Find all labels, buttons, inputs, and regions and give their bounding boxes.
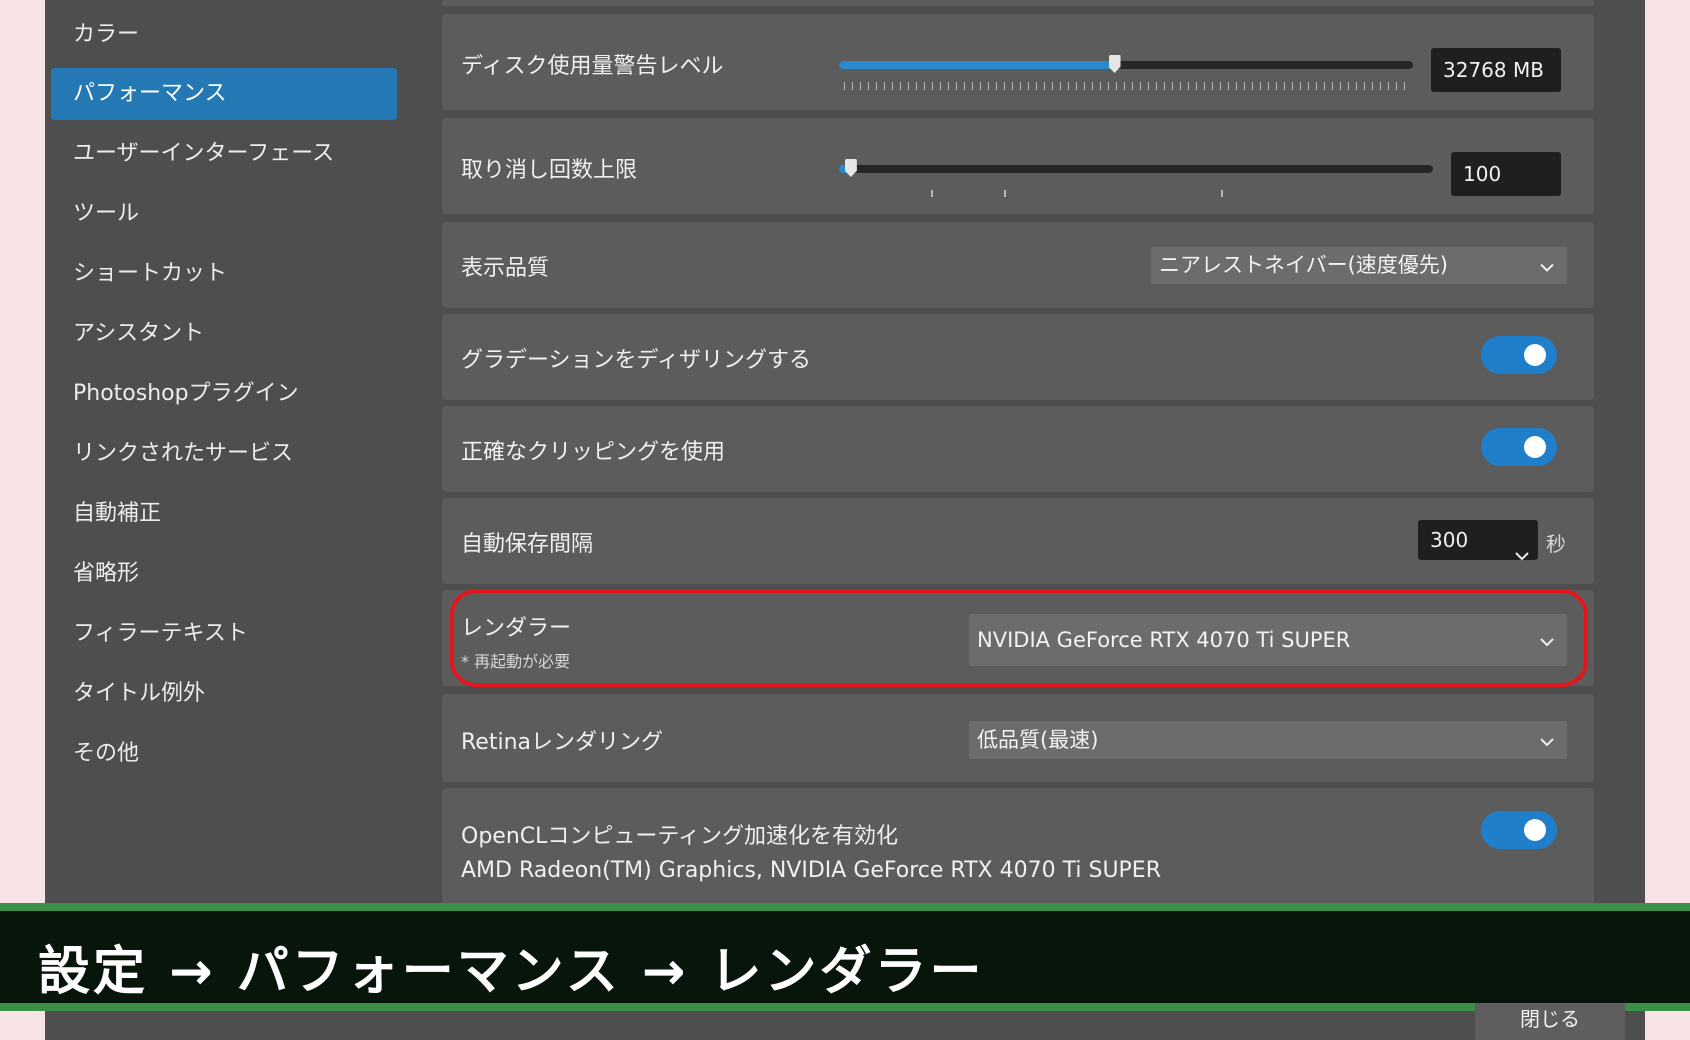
retina-rendering-selected: 低品質(最速) (977, 728, 1099, 752)
autosave-interval-unit: 秒 (1546, 532, 1566, 556)
undo-limit-value[interactable]: 100 (1451, 152, 1561, 196)
display-quality-dropdown[interactable]: ニアレストネイバー(速度優先) (1151, 247, 1567, 284)
opencl-toggle[interactable] (1481, 811, 1557, 849)
settings-row-precise-clipping: 正確なクリッピングを使用 (442, 406, 1594, 492)
settings-row-autosave-interval: 自動保存間隔 300 秒 (442, 498, 1594, 584)
banner-bottom-edge (0, 1003, 1690, 1011)
undo-limit-tick (1221, 190, 1223, 197)
precise-clipping-label: 正確なクリッピングを使用 (461, 440, 726, 465)
toggle-knob (1524, 819, 1546, 841)
disk-warning-label: ディスク使用量警告レベル (461, 54, 724, 79)
undo-limit-tick (931, 190, 933, 197)
retina-rendering-dropdown[interactable]: 低品質(最速) (969, 721, 1567, 759)
autosave-interval-label: 自動保存間隔 (461, 532, 594, 557)
chevron-down-icon (1514, 534, 1530, 574)
sidebar-item-color[interactable]: カラー (51, 9, 397, 61)
display-quality-label: 表示品質 (461, 256, 550, 281)
precise-clipping-toggle[interactable] (1481, 428, 1557, 466)
disk-warning-slider[interactable] (839, 55, 1413, 73)
settings-row-undo-limit: 取り消し回数上限 100 (442, 118, 1594, 214)
toggle-knob (1524, 344, 1546, 366)
disk-warning-slider-thumb[interactable] (1108, 55, 1121, 73)
sidebar-item-linked-services[interactable]: リンクされたサービス (51, 428, 397, 480)
sidebar-item-tools[interactable]: ツール (51, 188, 397, 240)
undo-limit-slider-thumb[interactable] (844, 159, 857, 177)
preferences-window: カラー パフォーマンス ユーザーインターフェース ツール ショートカット アシス… (45, 0, 1645, 1040)
disk-warning-value[interactable]: 32768 MB (1431, 48, 1561, 92)
close-button[interactable]: 閉じる (1475, 1003, 1625, 1040)
disk-warning-slider-fill (839, 61, 1115, 69)
opencl-label: OpenCLコンピューティング加速化を有効化 (461, 824, 899, 849)
sidebar-item-performance[interactable]: パフォーマンス (51, 68, 397, 120)
toggle-knob (1524, 436, 1546, 458)
settings-row-previous (442, 0, 1594, 6)
retina-rendering-label: Retinaレンダリング (461, 730, 663, 755)
autosave-interval-dropdown[interactable]: 300 (1418, 520, 1538, 561)
autosave-interval-selected: 300 (1430, 528, 1469, 552)
opencl-devices: AMD Radeon(TM) Graphics, NVIDIA GeForce … (461, 858, 1161, 883)
sidebar-item-shortcuts[interactable]: ショートカット (51, 248, 397, 300)
sidebar-item-user-interface[interactable]: ユーザーインターフェース (51, 128, 397, 180)
undo-limit-slider[interactable] (839, 159, 1433, 177)
dither-gradients-label: グラデーションをディザリングする (461, 348, 812, 373)
display-quality-selected: ニアレストネイバー(速度優先) (1159, 253, 1448, 277)
undo-limit-label: 取り消し回数上限 (461, 158, 638, 183)
settings-row-disk-warning: ディスク使用量警告レベル 32768 MB (442, 14, 1594, 110)
settings-row-retina-rendering: Retinaレンダリング 低品質(最速) (442, 694, 1594, 782)
settings-row-display-quality: 表示品質 ニアレストネイバー(速度優先) (442, 222, 1594, 308)
sidebar-item-filler-text[interactable]: フィラーテキスト (51, 608, 397, 660)
chevron-down-icon (1539, 721, 1555, 759)
banner-top-edge (0, 903, 1690, 911)
sidebar-item-abbreviations[interactable]: 省略形 (51, 548, 397, 600)
chevron-down-icon (1539, 247, 1555, 284)
settings-row-dither-gradients: グラデーションをディザリングする (442, 314, 1594, 400)
disk-warning-slider-ticks (844, 82, 1410, 90)
renderer-highlight-outline (450, 589, 1588, 687)
caption-banner: 設定 → パフォーマンス → レンダラー (0, 911, 1690, 1003)
sidebar-item-title-exceptions[interactable]: タイトル例外 (51, 668, 397, 720)
sidebar-item-photoshop-plugins[interactable]: Photoshopプラグイン (51, 368, 397, 420)
dither-gradients-toggle[interactable] (1481, 336, 1557, 374)
sidebar-item-assistant[interactable]: アシスタント (51, 308, 397, 360)
sidebar-item-other[interactable]: その他 (51, 728, 397, 780)
sidebar-item-auto-correct[interactable]: 自動補正 (51, 488, 397, 540)
sidebar: カラー パフォーマンス ユーザーインターフェース ツール ショートカット アシス… (45, 0, 455, 1040)
undo-limit-tick (1004, 190, 1006, 197)
caption-text: 設定 → パフォーマンス → レンダラー (38, 942, 985, 1002)
